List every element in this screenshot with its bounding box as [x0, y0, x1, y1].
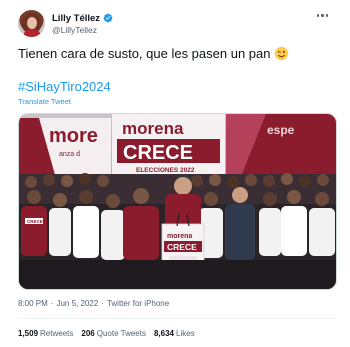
- tweet-source[interactable]: Twitter for iPhone: [107, 299, 169, 308]
- author-handle[interactable]: @LillyTellez: [52, 25, 97, 35]
- quotes-label: Quote Tweets: [96, 329, 146, 338]
- retweets-stat[interactable]: 1,509 Retweets: [18, 329, 73, 338]
- likes-count: 8,634: [153, 329, 174, 338]
- tweet-card[interactable]: Lilly Téllez @LillyTellez Tienen cara de…: [0, 0, 350, 347]
- event-photo: more anza d morena CRECE ELECCIONES 2022…: [19, 114, 336, 289]
- center-banner-main: CRECE: [123, 142, 193, 164]
- separator-dot: ·: [50, 299, 54, 308]
- author-display-name[interactable]: Lilly Téllez: [52, 13, 100, 24]
- avatar-shoulders: [24, 29, 40, 37]
- tweet-timestamp[interactable]: 8:00 PM · Jun 5, 2022 · Twitter for iPho…: [18, 299, 169, 308]
- author-name-row[interactable]: Lilly Téllez: [52, 12, 113, 24]
- retweets-count: 1,509: [18, 329, 39, 338]
- tweet-date[interactable]: Jun 5, 2022: [56, 299, 98, 308]
- divider: [18, 318, 337, 319]
- tweet-time[interactable]: 8:00 PM: [18, 299, 48, 308]
- separator-dot: ·: [101, 299, 104, 308]
- avatar[interactable]: [18, 10, 45, 37]
- tweet-stats: 1,509 Retweets 206 Quote Tweets 8,634 Likes: [18, 329, 195, 338]
- right-banner-text: espe: [267, 123, 295, 137]
- avatar-face: [27, 17, 37, 29]
- winking-face-icon: [275, 46, 289, 61]
- quotes-count: 206: [81, 329, 95, 338]
- center-banner-sub: ELECCIONES 2022: [136, 167, 195, 174]
- translate-tweet-link[interactable]: Translate Tweet: [18, 97, 71, 106]
- podium-top-text: morena: [167, 233, 192, 240]
- verified-badge-icon: [103, 13, 113, 23]
- likes-label: Likes: [176, 329, 195, 338]
- left-banner-text: more: [49, 125, 98, 147]
- more-options-icon[interactable]: [316, 14, 328, 17]
- tweet-photo[interactable]: more anza d morena CRECE ELECCIONES 2022…: [18, 113, 337, 290]
- tweet-body: Tienen cara de susto, que les pasen un p…: [18, 46, 271, 61]
- podium-main-text: CRECE: [167, 242, 197, 252]
- left-banner-sub: anza d: [59, 151, 80, 158]
- likes-stat[interactable]: 8,634 Likes: [154, 329, 195, 338]
- shirt-text: CRECE: [27, 219, 43, 224]
- retweets-label: Retweets: [40, 329, 74, 338]
- quote-tweets-stat[interactable]: 206 Quote Tweets: [81, 329, 146, 338]
- center-banner-top: morena: [122, 119, 184, 138]
- hashtag-link[interactable]: #SiHayTiro2024: [18, 79, 111, 94]
- tweet-text: Tienen cara de susto, que les pasen un p…: [18, 46, 289, 61]
